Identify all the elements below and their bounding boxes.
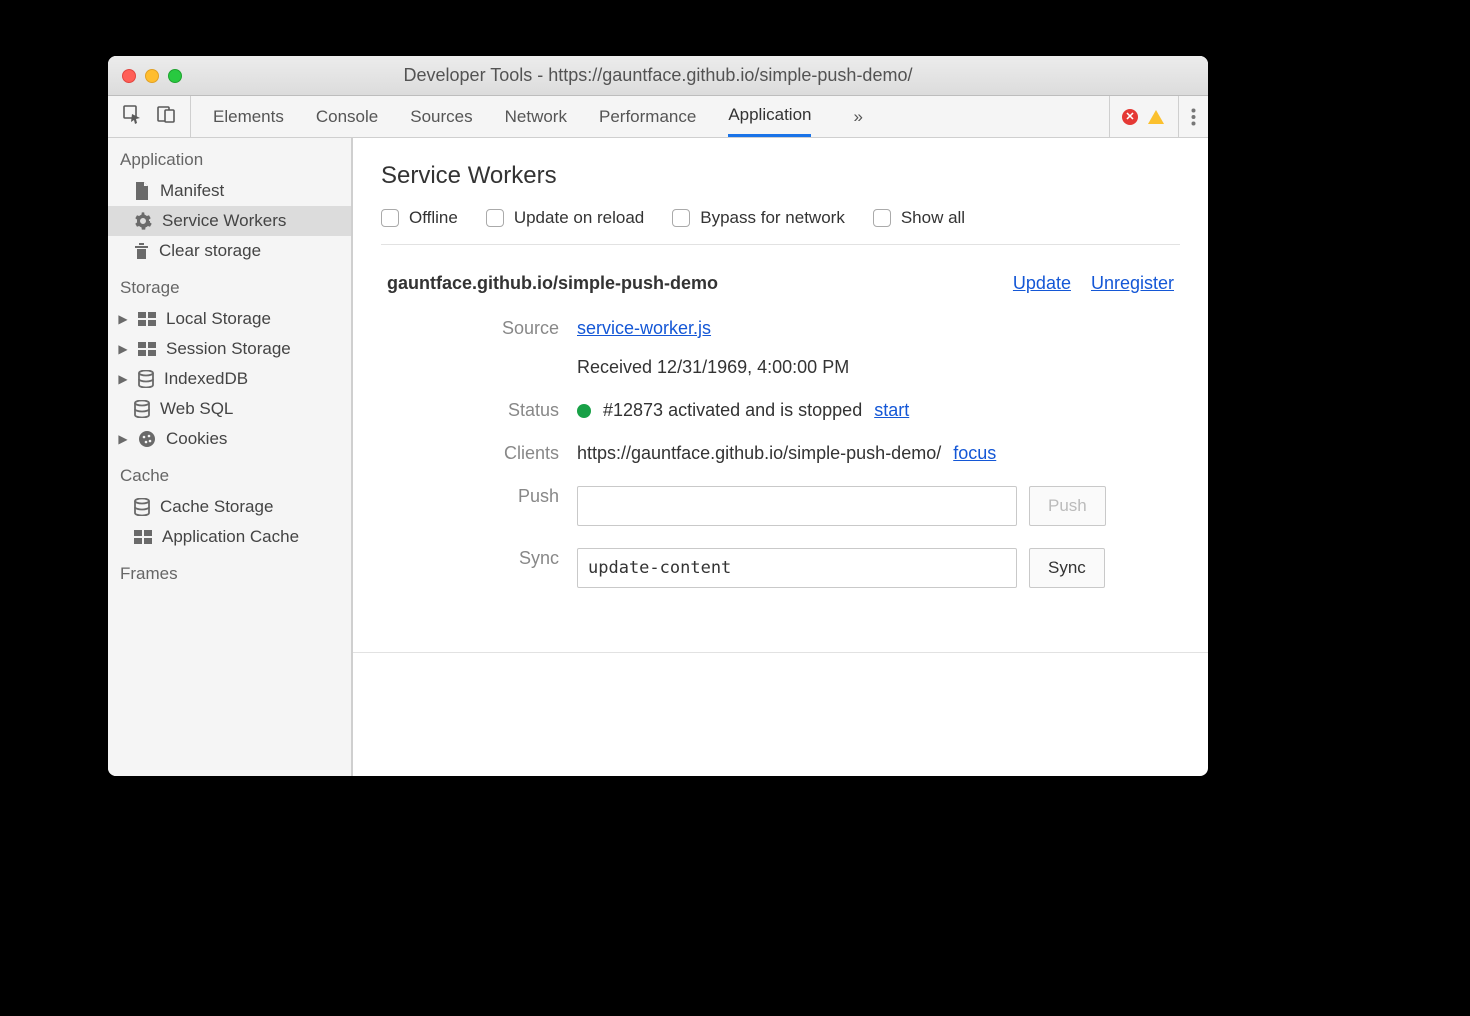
- sidebar-item-local-storage[interactable]: ▶ Local Storage: [108, 304, 351, 334]
- clients-label: Clients: [387, 443, 577, 464]
- registration-origin: gauntface.github.io/simple-push-demo: [387, 273, 718, 294]
- window-title: Developer Tools - https://gauntface.gith…: [108, 65, 1208, 86]
- source-label: Source: [387, 318, 577, 378]
- sidebar-section-frames: Frames: [108, 552, 351, 590]
- panel-title: Service Workers: [381, 162, 1180, 190]
- grid-icon: [138, 342, 156, 356]
- option-label: Offline: [409, 208, 458, 228]
- sidebar-item-indexeddb[interactable]: ▶ IndexedDB: [108, 364, 351, 394]
- devtools-tabs: Elements Console Sources Network Perform…: [191, 96, 1109, 137]
- warning-indicator-icon[interactable]: [1148, 110, 1164, 124]
- database-icon: [134, 400, 150, 418]
- sidebar-item-manifest[interactable]: Manifest: [108, 176, 351, 206]
- sidebar-item-label: Application Cache: [162, 527, 299, 547]
- checkbox-icon: [486, 209, 504, 227]
- client-url: https://gauntface.github.io/simple-push-…: [577, 443, 941, 464]
- bypass-for-network-checkbox[interactable]: Bypass for network: [672, 208, 845, 228]
- service-workers-panel: Service Workers Offline Update on reload…: [353, 138, 1208, 776]
- focus-client-link[interactable]: focus: [953, 443, 996, 464]
- expand-icon: ▶: [118, 372, 128, 386]
- source-script-link[interactable]: service-worker.js: [577, 318, 849, 339]
- checkbox-icon: [873, 209, 891, 227]
- traffic-lights: [122, 69, 182, 83]
- status-indicator-icon: [577, 404, 591, 418]
- settings-kebab-icon[interactable]: [1178, 96, 1196, 137]
- expand-icon: ▶: [118, 432, 128, 446]
- tab-elements[interactable]: Elements: [213, 96, 284, 137]
- sidebar-item-cache-storage[interactable]: Cache Storage: [108, 492, 351, 522]
- expand-icon: ▶: [118, 342, 128, 356]
- sidebar-item-label: Cookies: [166, 429, 227, 449]
- device-toolbar-icon[interactable]: [156, 104, 176, 129]
- devtools-toolbar: Elements Console Sources Network Perform…: [108, 96, 1208, 138]
- database-icon: [134, 498, 150, 516]
- tab-network[interactable]: Network: [505, 96, 567, 137]
- push-label: Push: [387, 486, 577, 526]
- toolbar-left-icons: [122, 96, 191, 137]
- database-icon: [138, 370, 154, 388]
- sync-input[interactable]: [577, 548, 1017, 588]
- minimize-window-icon[interactable]: [145, 69, 159, 83]
- unregister-link[interactable]: Unregister: [1091, 273, 1174, 294]
- checkbox-icon: [672, 209, 690, 227]
- push-input[interactable]: [577, 486, 1017, 526]
- push-button[interactable]: Push: [1029, 486, 1106, 526]
- sidebar-section-storage: Storage: [108, 266, 351, 304]
- sidebar-item-label: Web SQL: [160, 399, 233, 419]
- close-window-icon[interactable]: [122, 69, 136, 83]
- update-link[interactable]: Update: [1013, 273, 1071, 294]
- expand-icon: ▶: [118, 312, 128, 326]
- application-sidebar: Application Manifest Service Workers Cle…: [108, 138, 353, 776]
- gear-icon: [134, 212, 152, 230]
- sidebar-item-label: Clear storage: [159, 241, 261, 261]
- tab-sources[interactable]: Sources: [410, 96, 472, 137]
- sidebar-item-application-cache[interactable]: Application Cache: [108, 522, 351, 552]
- grid-icon: [138, 312, 156, 326]
- sidebar-item-cookies[interactable]: ▶ Cookies: [108, 424, 351, 454]
- sidebar-item-service-workers[interactable]: Service Workers: [108, 206, 351, 236]
- error-indicator-icon[interactable]: ✕: [1122, 109, 1138, 125]
- option-label: Show all: [901, 208, 965, 228]
- status-text: #12873 activated and is stopped: [603, 400, 862, 421]
- tabs-overflow-icon[interactable]: »: [843, 107, 872, 127]
- tab-console[interactable]: Console: [316, 96, 378, 137]
- sidebar-item-label: Manifest: [160, 181, 224, 201]
- sync-button[interactable]: Sync: [1029, 548, 1105, 588]
- cookie-icon: [138, 430, 156, 448]
- sidebar-item-clear-storage[interactable]: Clear storage: [108, 236, 351, 266]
- tab-application[interactable]: Application: [728, 96, 811, 137]
- sidebar-item-label: IndexedDB: [164, 369, 248, 389]
- start-worker-link[interactable]: start: [874, 400, 909, 421]
- checkbox-icon: [381, 209, 399, 227]
- sidebar-item-label: Session Storage: [166, 339, 291, 359]
- zoom-window-icon[interactable]: [168, 69, 182, 83]
- file-icon: [134, 182, 150, 200]
- sidebar-item-websql[interactable]: Web SQL: [108, 394, 351, 424]
- sync-label: Sync: [387, 548, 577, 588]
- option-label: Bypass for network: [700, 208, 845, 228]
- sidebar-section-cache: Cache: [108, 454, 351, 492]
- update-on-reload-checkbox[interactable]: Update on reload: [486, 208, 644, 228]
- sidebar-section-application: Application: [108, 138, 351, 176]
- show-all-checkbox[interactable]: Show all: [873, 208, 965, 228]
- offline-checkbox[interactable]: Offline: [381, 208, 458, 228]
- panel-options: Offline Update on reload Bypass for netw…: [381, 208, 1180, 245]
- inspect-element-icon[interactable]: [122, 104, 142, 129]
- sidebar-item-session-storage[interactable]: ▶ Session Storage: [108, 334, 351, 364]
- sidebar-item-label: Local Storage: [166, 309, 271, 329]
- devtools-window: Developer Tools - https://gauntface.gith…: [108, 56, 1208, 776]
- status-label: Status: [387, 400, 577, 421]
- window-titlebar: Developer Tools - https://gauntface.gith…: [108, 56, 1208, 96]
- trash-icon: [134, 242, 149, 260]
- grid-icon: [134, 530, 152, 544]
- source-received-text: Received 12/31/1969, 4:00:00 PM: [577, 357, 849, 378]
- sidebar-item-label: Service Workers: [162, 211, 286, 231]
- sidebar-item-label: Cache Storage: [160, 497, 273, 517]
- tab-performance[interactable]: Performance: [599, 96, 696, 137]
- option-label: Update on reload: [514, 208, 644, 228]
